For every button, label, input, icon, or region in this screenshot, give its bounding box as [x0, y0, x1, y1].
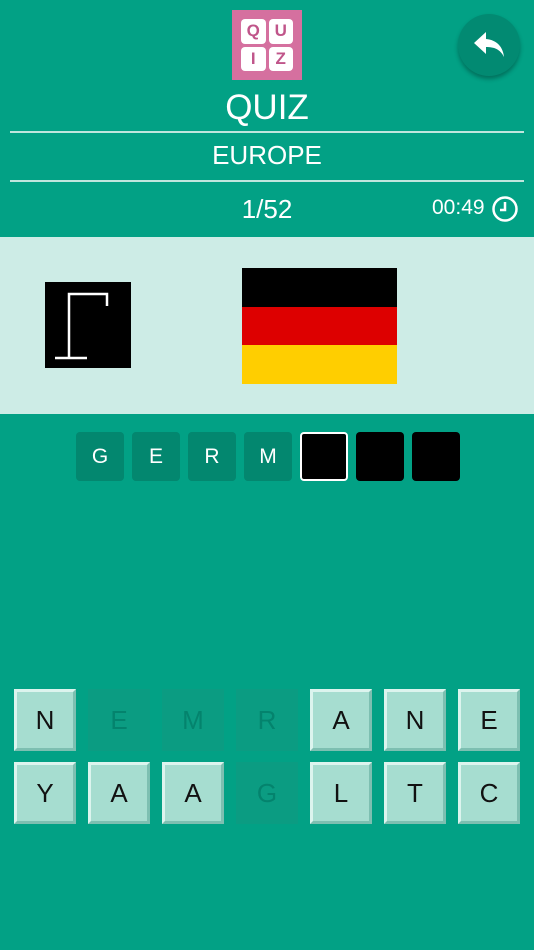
answer-slot-empty[interactable] [412, 432, 460, 481]
answer-slots: G E R M [76, 432, 460, 481]
letter-key-used[interactable]: E [88, 689, 150, 751]
page-title: QUIZ [225, 88, 309, 127]
letter-key-used[interactable]: M [162, 689, 224, 751]
answer-slot-active[interactable] [300, 432, 348, 481]
logo-letter: I [241, 46, 266, 71]
flag-stripe [242, 268, 397, 307]
clock-icon [492, 196, 518, 222]
flag-stripe [242, 345, 397, 385]
logo-letter: U [268, 19, 293, 44]
letter-key[interactable]: A [88, 762, 150, 824]
letter-key[interactable]: C [458, 762, 520, 824]
letter-key[interactable]: A [310, 689, 372, 751]
flag-stripe [242, 306, 397, 346]
country-flag [242, 268, 397, 385]
answer-slot[interactable]: M [244, 432, 292, 481]
quiz-logo: Q U I Z [232, 10, 302, 80]
back-arrow-icon [474, 32, 504, 57]
answer-slot[interactable]: R [188, 432, 236, 481]
logo-letter: Q [241, 19, 266, 44]
letter-key-used[interactable]: G [236, 762, 298, 824]
letter-key[interactable]: L [310, 762, 372, 824]
divider [10, 180, 524, 182]
timer-text: 00:49 [432, 196, 485, 219]
category-label: EUROPE [212, 140, 322, 170]
hangman-icon [45, 282, 131, 368]
letter-key[interactable]: E [458, 689, 520, 751]
answer-slot[interactable]: E [132, 432, 180, 481]
letter-key[interactable]: Y [14, 762, 76, 824]
divider [10, 131, 524, 133]
letter-key[interactable]: A [162, 762, 224, 824]
logo-letter: Z [268, 46, 293, 71]
letter-key[interactable]: N [14, 689, 76, 751]
letter-key[interactable]: N [384, 689, 446, 751]
answer-slot-empty[interactable] [356, 432, 404, 481]
back-button[interactable] [458, 14, 520, 76]
question-panel [0, 237, 534, 414]
letter-key[interactable]: T [384, 762, 446, 824]
answer-slot[interactable]: G [76, 432, 124, 481]
letter-key-used[interactable]: R [236, 689, 298, 751]
